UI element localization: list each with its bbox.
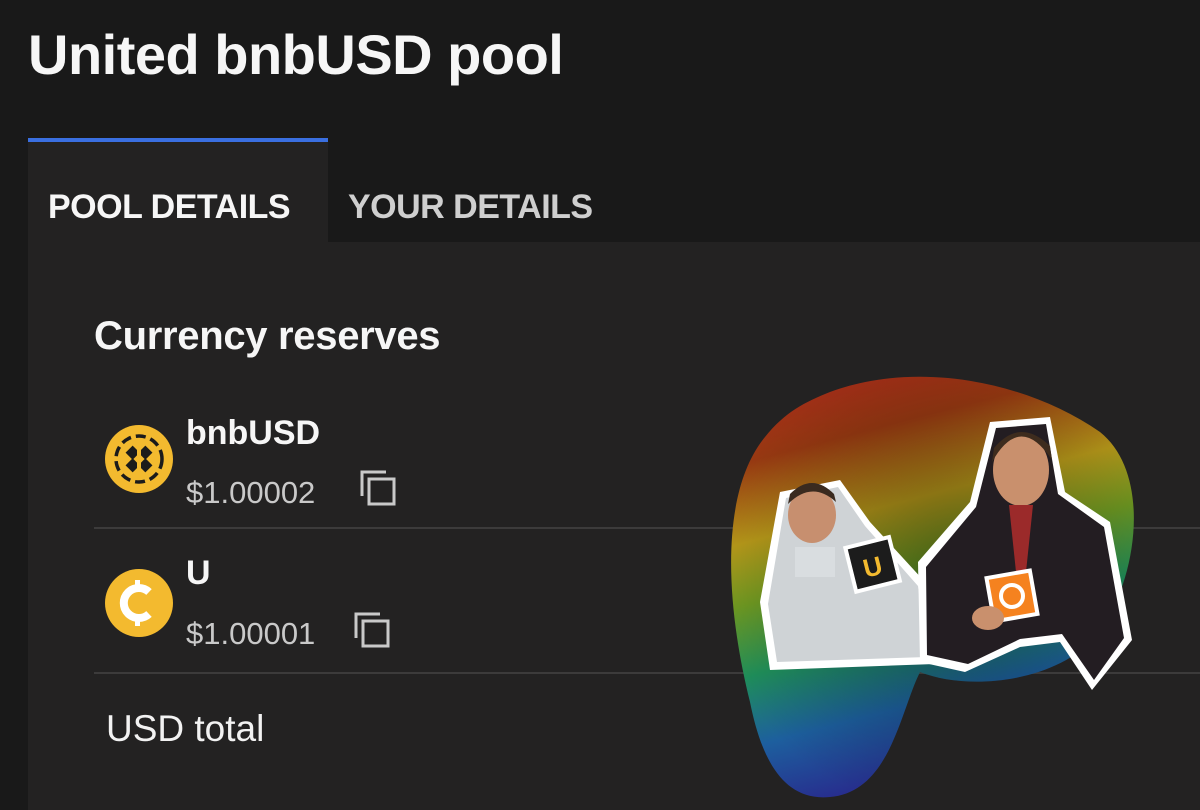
coin-name: U [186,554,211,592]
currency-reserves-title: Currency reserves [94,314,441,358]
tab-bar: POOL DETAILS YOUR DETAILS [28,138,613,242]
coin-name: bnbUSD [186,414,321,452]
copy-icon[interactable] [358,468,398,508]
coin-price: $1.00001 [186,616,316,651]
coin-price: $1.00002 [186,475,316,510]
u-coin-icon [105,569,173,637]
copy-icon[interactable] [352,610,392,650]
page-title: United bnbUSD pool [28,23,564,86]
bnbusd-coin-icon [105,425,173,493]
curve-logo-illustration: U [731,376,1134,798]
tab-your-details[interactable]: YOUR DETAILS [328,138,613,242]
tab-pool-details[interactable]: POOL DETAILS [28,138,328,242]
usd-total-label: USD total [106,708,265,749]
page: United bnbUSD pool POOL DETAILS YOUR DET… [0,0,1200,810]
